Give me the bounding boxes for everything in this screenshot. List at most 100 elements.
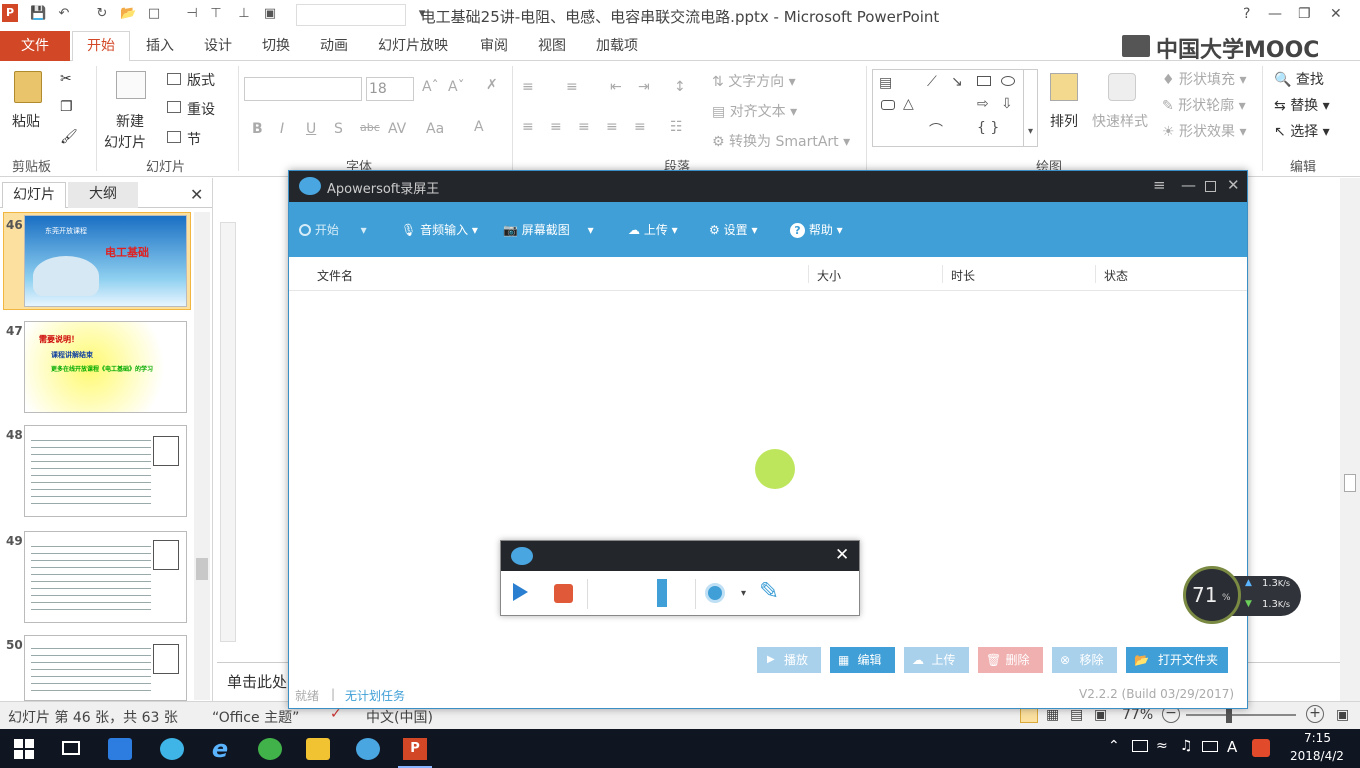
paste-icon[interactable] xyxy=(14,71,42,103)
maximize-icon[interactable] xyxy=(1205,181,1216,192)
align-left-icon[interactable]: ≡ xyxy=(522,119,534,135)
numbering-icon[interactable]: ≡ xyxy=(566,79,578,95)
align-center-icon[interactable]: ≡ xyxy=(550,119,562,135)
view-reading-icon[interactable]: ▤ xyxy=(1070,707,1083,723)
font-family-box[interactable] xyxy=(244,77,362,101)
minimize-icon[interactable]: — xyxy=(1181,176,1196,194)
view-normal-icon[interactable] xyxy=(1020,707,1038,723)
tab-transitions[interactable]: 切换 xyxy=(254,31,298,61)
slide-thumbnail[interactable] xyxy=(24,531,187,623)
close-icon[interactable]: ✕ xyxy=(1330,6,1342,22)
decrease-indent-icon[interactable]: ⇤ xyxy=(610,79,622,95)
tray-wifi-icon[interactable]: ≈ xyxy=(1156,738,1168,754)
screenshot-button[interactable]: 📷 屏幕截图 ▾ xyxy=(503,221,594,239)
stop-icon[interactable] xyxy=(554,584,573,603)
justify-icon[interactable]: ≡ xyxy=(606,119,618,135)
clock-time[interactable]: 7:15 xyxy=(1304,731,1331,745)
arrange-button[interactable]: 排列 xyxy=(1050,111,1078,131)
restore-icon[interactable]: ❐ xyxy=(1298,6,1311,22)
tray-volume-icon[interactable]: ♫ xyxy=(1180,738,1193,754)
font-size-box[interactable]: 18 xyxy=(366,77,414,101)
grow-font-icon[interactable]: Aˆ xyxy=(422,79,439,95)
baidu-netdisk-icon[interactable] xyxy=(108,738,132,760)
tab-view[interactable]: 视图 xyxy=(530,31,574,61)
copy-icon[interactable]: ❐ xyxy=(60,99,73,115)
reset-icon[interactable] xyxy=(167,101,181,113)
chevron-down-icon[interactable]: ▾ xyxy=(741,588,746,599)
strikethrough-icon[interactable]: abc xyxy=(360,121,380,134)
line-spacing-icon[interactable]: ↕ xyxy=(674,79,686,95)
shapes-gallery[interactable]: ▤ ⟋ ↘ △ ⇨ ⇩ ⌒ { } ▾ xyxy=(872,69,1038,147)
zoom-slider[interactable] xyxy=(1186,714,1296,716)
file-explorer-icon[interactable] xyxy=(306,738,330,760)
360-browser-icon[interactable] xyxy=(258,738,282,760)
tab-home[interactable]: 开始 xyxy=(72,31,130,62)
bold-icon[interactable]: B xyxy=(252,121,263,137)
tab-file[interactable]: 文件 xyxy=(0,31,70,61)
cut-icon[interactable]: ✂ xyxy=(60,71,72,87)
tab-review[interactable]: 审阅 xyxy=(472,31,516,61)
powerpoint-taskbar-icon[interactable]: P xyxy=(403,738,427,760)
tray-ime[interactable]: A xyxy=(1227,738,1237,756)
tray-keyboard-icon[interactable] xyxy=(1202,741,1218,752)
tab-design[interactable]: 设计 xyxy=(196,31,240,61)
shape-fill-button[interactable]: ♦ 形状填充 ▾ xyxy=(1162,69,1247,89)
new-slide-button-line2[interactable]: 幻灯片 xyxy=(104,132,146,152)
quick-styles-button[interactable]: 快速样式 xyxy=(1092,111,1148,131)
apowersoft-taskbar-icon[interactable] xyxy=(356,738,380,760)
task-view-icon[interactable] xyxy=(62,741,80,755)
bullets-icon[interactable]: ≡ xyxy=(522,79,534,95)
main-scrollbar[interactable] xyxy=(1340,178,1360,701)
remove-button[interactable]: ⊗ 移除 xyxy=(1052,647,1117,673)
pencil-icon[interactable]: ✎ xyxy=(759,577,779,605)
column-size[interactable]: 大小 xyxy=(817,267,841,284)
start-button[interactable] xyxy=(14,739,34,759)
close-pane-icon[interactable]: ✕ xyxy=(190,185,203,204)
format-painter-icon[interactable]: 🖌 xyxy=(60,129,78,145)
layout-button[interactable]: 版式 xyxy=(187,70,215,90)
view-slideshow-icon[interactable]: ▣ xyxy=(1094,707,1107,723)
open-folder-button[interactable]: 📂 打开文件夹 xyxy=(1126,647,1228,673)
underline-icon[interactable]: U xyxy=(306,121,316,137)
slide-thumbnail[interactable]: 需要说明！ 课程讲解结束 更多在线开放课程《电工基础》的学习 xyxy=(24,321,187,413)
tab-animations[interactable]: 动画 xyxy=(312,31,356,61)
tray-up-arrow-icon[interactable]: ⌃ xyxy=(1108,738,1120,754)
new-slide-icon[interactable] xyxy=(116,71,146,99)
upload-menu-button[interactable]: ☁ 上传 ▾ xyxy=(628,221,678,239)
menu-icon[interactable]: ≡ xyxy=(1153,176,1166,194)
slide-thumbnail[interactable]: 电工基础 东莞开放课程 xyxy=(24,215,187,307)
slide-thumbnail[interactable] xyxy=(24,635,187,701)
tab-insert[interactable]: 插入 xyxy=(138,31,182,61)
minimize-icon[interactable]: — xyxy=(1268,6,1282,22)
slide-thumbnail[interactable] xyxy=(24,425,187,517)
pane-scrollbar[interactable] xyxy=(194,212,210,700)
shadow-icon[interactable]: S xyxy=(334,121,343,137)
zoom-in-icon[interactable]: + xyxy=(1306,705,1324,723)
start-record-button[interactable]: 开始 ▾ xyxy=(299,221,367,239)
language[interactable]: 中文(中国) xyxy=(366,707,433,727)
column-duration[interactable]: 时长 xyxy=(951,267,975,284)
tray-app-icon[interactable] xyxy=(1252,739,1270,757)
select-button[interactable]: ↖ 选择 ▾ xyxy=(1274,121,1330,141)
network-meter-widget[interactable]: 71 % ▲ 1.3K/s ▼ 1.3K/s xyxy=(1183,566,1301,624)
tab-slides[interactable]: 幻灯片 xyxy=(2,182,66,208)
tab-outline[interactable]: 大纲 xyxy=(68,182,138,208)
shape-effects-button[interactable]: ☀ 形状效果 ▾ xyxy=(1162,121,1247,141)
tab-slideshow[interactable]: 幻灯片放映 xyxy=(370,31,456,61)
italic-icon[interactable]: I xyxy=(280,121,284,137)
media-player-icon[interactable] xyxy=(160,738,184,760)
pin-icon[interactable] xyxy=(657,579,667,607)
quick-styles-icon[interactable] xyxy=(1108,73,1136,101)
find-button[interactable]: 🔍 查找 xyxy=(1274,69,1324,89)
no-task-link[interactable]: 无计划任务 xyxy=(345,687,405,704)
zoom-slider-thumb[interactable] xyxy=(1226,707,1232,723)
help-icon[interactable]: ? xyxy=(1243,6,1250,22)
clock-date[interactable]: 2018/4/2 xyxy=(1290,749,1344,763)
column-filename[interactable]: 文件名 xyxy=(317,267,353,284)
layout-icon[interactable] xyxy=(167,73,181,85)
paste-button[interactable]: 粘贴 xyxy=(12,111,40,131)
shrink-font-icon[interactable]: Aˇ xyxy=(448,79,465,95)
replace-button[interactable]: ⇆ 替换 ▾ xyxy=(1274,95,1330,115)
webcam-add-icon[interactable] xyxy=(705,583,725,603)
distributed-icon[interactable]: ≡ xyxy=(634,119,646,135)
